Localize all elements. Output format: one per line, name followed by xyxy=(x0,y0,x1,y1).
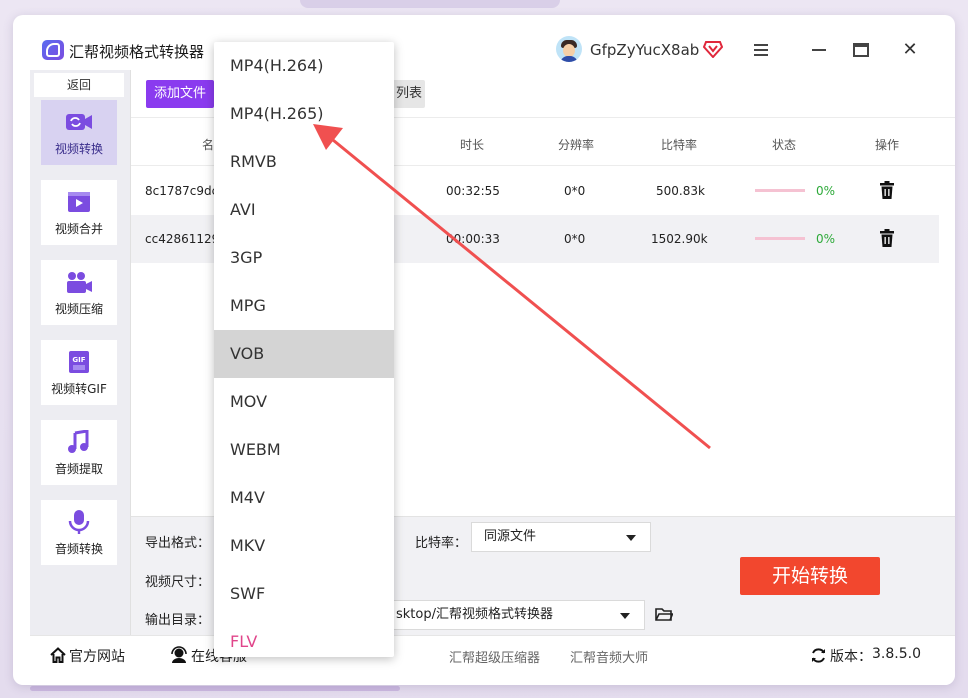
sidebar: 返回 视频转换 视频合并 视频压缩 GIF 视频转GIF 音频提取 音频转换 xyxy=(30,70,130,635)
col-status: 状态 xyxy=(772,138,797,152)
sidebar-item-label: 音频提取 xyxy=(54,462,103,476)
file-name: cc42861129 xyxy=(145,232,220,246)
back-button[interactable]: 返回 xyxy=(34,73,124,97)
format-option-3gp[interactable]: 3GP xyxy=(214,234,394,282)
sidebar-item-video-convert[interactable]: 视频转换 xyxy=(41,100,117,165)
col-duration: 时长 xyxy=(460,138,485,152)
minimize-button[interactable] xyxy=(804,35,834,65)
format-option-mp4-h264[interactable]: MP4(H.264) xyxy=(214,42,394,90)
user-avatar[interactable] xyxy=(556,36,582,62)
file-duration: 00:00:33 xyxy=(446,232,500,246)
sidebar-item-label: 视频压缩 xyxy=(54,302,103,316)
official-site-link[interactable]: 官方网站 xyxy=(69,646,125,666)
progress-percent: 0% xyxy=(816,184,836,198)
video-size-label: 视频尺寸： xyxy=(145,575,211,590)
hamburger-icon xyxy=(754,44,768,56)
folder-icon[interactable] xyxy=(655,607,673,622)
trash-icon[interactable] xyxy=(879,229,895,247)
microphone-icon xyxy=(68,510,90,534)
format-option-mov[interactable]: MOV xyxy=(214,378,394,426)
svg-text:GIF: GIF xyxy=(72,356,85,364)
format-option-flv[interactable]: FLV xyxy=(214,618,394,657)
vip-diamond-icon[interactable] xyxy=(703,40,723,58)
format-option-avi[interactable]: AVI xyxy=(214,186,394,234)
app-logo-icon xyxy=(42,40,64,60)
export-format-label: 导出格式： xyxy=(145,536,211,551)
sidebar-item-video-merge[interactable]: 视频合并 xyxy=(41,180,117,245)
chevron-down-icon xyxy=(626,535,636,541)
format-option-mp4-h265[interactable]: MP4(H.265) xyxy=(214,90,394,138)
col-name: 名 xyxy=(202,138,215,152)
footer: 官方网站 在线客服 汇帮超级压缩器 汇帮音频大师 版本： 3.8.5.0 xyxy=(30,635,955,685)
col-resolution: 分辨率 xyxy=(558,138,595,152)
format-option-swf[interactable]: SWF xyxy=(214,570,394,618)
background-strip xyxy=(30,686,400,691)
sidebar-item-video-to-gif[interactable]: GIF 视频转GIF xyxy=(41,340,117,405)
video-convert-icon xyxy=(66,114,92,130)
sidebar-item-video-compress[interactable]: 视频压缩 xyxy=(41,260,117,325)
progress-bar xyxy=(755,237,805,240)
file-bitrate: 1502.90k xyxy=(651,232,708,246)
menu-button[interactable] xyxy=(746,35,776,65)
bitrate-select[interactable]: 同源文件 xyxy=(471,522,651,552)
format-option-m4v[interactable]: M4V xyxy=(214,474,394,522)
start-convert-button[interactable]: 开始转换 xyxy=(740,557,880,595)
format-option-mpg[interactable]: MPG xyxy=(214,282,394,330)
refresh-icon[interactable] xyxy=(810,647,827,664)
app-window: 汇帮视频格式转换器 GfpZyYucX8ab ✕ 返回 视频转换 视频合并 视频… xyxy=(13,15,955,685)
trash-icon[interactable] xyxy=(879,181,895,199)
product-link-compressor[interactable]: 汇帮超级压缩器 xyxy=(449,647,540,666)
product-link-audio[interactable]: 汇帮音频大师 xyxy=(570,647,648,666)
bitrate-select-value: 同源文件 xyxy=(484,529,537,544)
sidebar-item-audio-convert[interactable]: 音频转换 xyxy=(41,500,117,565)
version-number: 3.8.5.0 xyxy=(872,646,921,662)
sidebar-item-label: 视频合并 xyxy=(54,222,103,236)
username[interactable]: GfpZyYucX8ab xyxy=(590,41,699,59)
format-option-webm[interactable]: WEBM xyxy=(214,426,394,474)
progress-bar xyxy=(755,189,805,192)
file-resolution: 0*0 xyxy=(564,232,586,246)
format-dropdown[interactable]: MP4(H.264) MP4(H.265) RMVB AVI 3GP MPG V… xyxy=(214,42,394,657)
home-icon xyxy=(50,647,66,663)
sidebar-item-label: 视频转GIF xyxy=(51,382,107,396)
maximize-icon xyxy=(853,43,869,57)
music-note-icon xyxy=(68,430,89,453)
add-file-button[interactable]: 添加文件 xyxy=(146,80,214,108)
sidebar-item-audio-extract[interactable]: 音频提取 xyxy=(41,420,117,485)
video-compress-icon xyxy=(67,272,92,293)
close-icon: ✕ xyxy=(902,39,918,60)
app-title: 汇帮视频格式转换器 xyxy=(69,43,205,61)
gif-icon: GIF xyxy=(69,351,89,373)
output-dir-label: 输出目录： xyxy=(145,613,211,628)
version-label: 版本： xyxy=(830,649,872,665)
format-option-vob[interactable]: VOB xyxy=(214,330,394,378)
format-option-mkv[interactable]: MKV xyxy=(214,522,394,570)
chevron-down-icon xyxy=(620,613,630,619)
sidebar-item-label: 音频转换 xyxy=(54,542,103,556)
format-option-rmvb[interactable]: RMVB xyxy=(214,138,394,186)
maximize-button[interactable] xyxy=(846,35,876,65)
file-bitrate: 500.83k xyxy=(656,184,705,198)
col-action: 操作 xyxy=(875,138,900,152)
bitrate-label: 比特率： xyxy=(415,536,468,551)
minimize-icon xyxy=(812,49,826,51)
customer-service-icon xyxy=(171,646,187,663)
close-button[interactable]: ✕ xyxy=(895,35,925,65)
video-merge-icon xyxy=(68,192,90,212)
progress-percent: 0% xyxy=(816,232,836,246)
background-strip xyxy=(300,0,560,8)
output-dir-value: sktop/汇帮视频格式转换器 xyxy=(396,607,553,622)
file-duration: 00:32:55 xyxy=(446,184,500,198)
file-resolution: 0*0 xyxy=(564,184,586,198)
title-bar: 汇帮视频格式转换器 GfpZyYucX8ab ✕ xyxy=(13,15,955,70)
sidebar-item-label: 视频转换 xyxy=(54,142,103,156)
col-bitrate: 比特率 xyxy=(661,138,698,152)
